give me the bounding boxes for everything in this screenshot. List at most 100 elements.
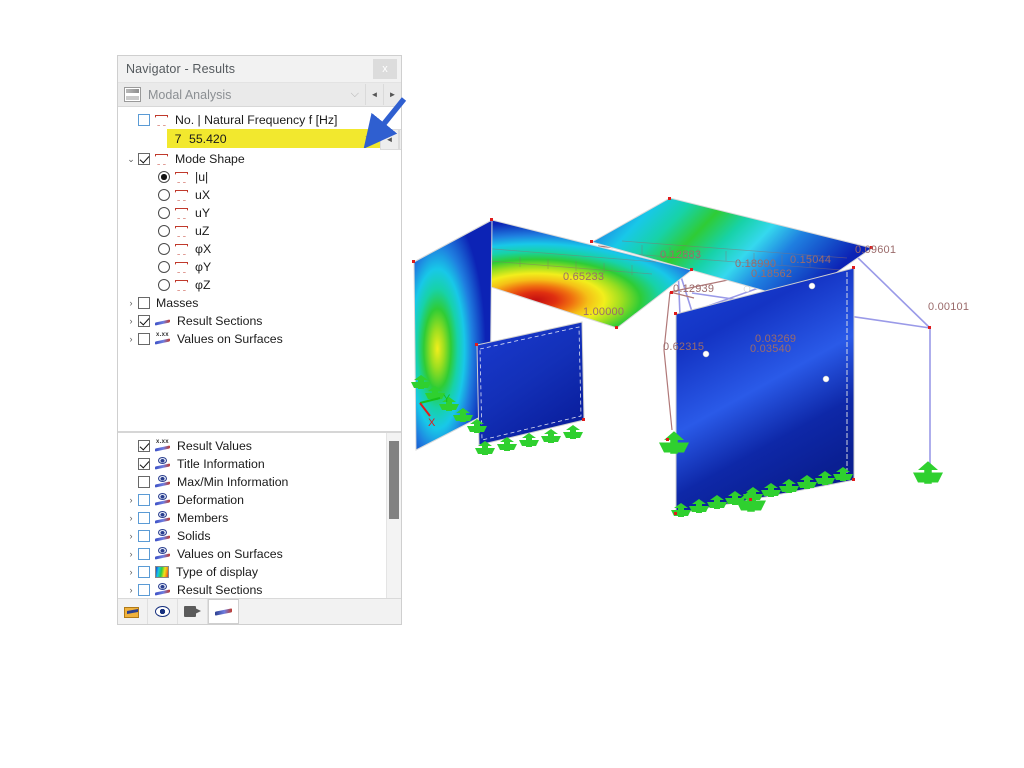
result-value-label: 0.62315: [663, 341, 705, 353]
result-value-label: 0.65233: [563, 271, 605, 283]
model-viewport[interactable]: Y X 0.65233 1.00000 0.12883 0.12939 0.62…: [402, 150, 1024, 570]
type-of-display-checkbox[interactable]: [138, 566, 150, 578]
folder-open-icon: [124, 605, 141, 619]
uy-radio[interactable]: [158, 207, 170, 219]
masses-checkbox[interactable]: [138, 297, 150, 309]
fem-mode-shape-render[interactable]: Y X: [402, 150, 1024, 570]
tree-row-result-sections[interactable]: › Result Sections: [118, 312, 401, 330]
tree-row-masses[interactable]: › Masses: [118, 294, 401, 312]
chevron-right-icon[interactable]: ›: [124, 513, 138, 523]
list-item-title-information[interactable]: Title Information: [118, 455, 401, 473]
values-on-surfaces-display-checkbox[interactable]: [138, 548, 150, 560]
rainbow-icon: [155, 566, 169, 578]
list-item-members[interactable]: › Members: [118, 509, 401, 527]
tree-item-label: uY: [195, 206, 211, 220]
tree-row-ux[interactable]: uX: [118, 186, 401, 204]
chevron-right-icon[interactable]: ›: [124, 298, 138, 308]
eye-line-icon: [155, 547, 170, 560]
list-item-label: Type of display: [176, 565, 259, 579]
chevron-right-icon[interactable]: ›: [124, 334, 138, 344]
list-item-label: Result Values: [177, 439, 252, 453]
phix-radio[interactable]: [158, 243, 170, 255]
section-line-icon: [155, 316, 170, 327]
open-navigator-button[interactable]: [118, 599, 148, 624]
surface-icon: [155, 154, 168, 165]
tree-row-uy[interactable]: uY: [118, 204, 401, 222]
result-value-label: 0.03540: [750, 343, 792, 355]
list-item-values-on-surfaces[interactable]: › Values on Surfaces: [118, 545, 401, 563]
modal-analysis-icon: [124, 87, 141, 102]
annotation-arrow-icon: [363, 97, 407, 148]
list-scrollbar[interactable]: [386, 433, 401, 598]
surface-left-inner-wall[interactable]: [476, 321, 585, 446]
tree-row-phix[interactable]: φX: [118, 240, 401, 258]
surface-icon: [175, 190, 188, 201]
result-sections-display-checkbox[interactable]: [138, 584, 150, 596]
clipping-planes-button[interactable]: [178, 599, 208, 624]
result-sections-checkbox[interactable]: [138, 315, 150, 327]
chevron-right-icon[interactable]: ›: [124, 531, 138, 541]
scrollbar-thumb[interactable]: [389, 441, 399, 519]
natural-frequency-checkbox[interactable]: [138, 114, 150, 126]
frequency-value: 55.420: [189, 131, 227, 146]
title-information-checkbox[interactable]: [138, 458, 150, 470]
chevron-down-icon[interactable]: ⌵: [351, 88, 359, 101]
result-value-label: 0.09601: [855, 244, 897, 256]
u-abs-radio[interactable]: [158, 171, 170, 183]
surface-icon: [175, 280, 188, 291]
list-item-label: Title Information: [177, 457, 265, 471]
tree-row-natural-frequency[interactable]: No. | Natural Frequency f [Hz]: [118, 111, 401, 129]
tree-item-label: Masses: [156, 296, 199, 310]
eye-line-icon: [155, 583, 170, 596]
eye-line-icon: [155, 511, 170, 524]
tree-row-u-abs[interactable]: |u|: [118, 168, 401, 186]
tree-item-label: Mode Shape: [175, 152, 245, 166]
list-item-deformation[interactable]: › Deformation: [118, 491, 401, 509]
visibilities-button[interactable]: [148, 599, 178, 624]
result-sections-button[interactable]: [208, 599, 239, 624]
list-item-result-sections[interactable]: › Result Sections: [118, 581, 401, 598]
ux-radio[interactable]: [158, 189, 170, 201]
chevron-down-icon[interactable]: ⌄: [124, 154, 138, 164]
result-value-label: 0.12939: [673, 283, 715, 295]
chevron-right-icon[interactable]: ›: [124, 495, 138, 505]
members-checkbox[interactable]: [138, 512, 150, 524]
tree-item-label: φZ: [195, 278, 211, 292]
list-item-type-of-display[interactable]: › Type of display: [118, 563, 401, 581]
tree-row-uz[interactable]: uZ: [118, 222, 401, 240]
values-on-surfaces-checkbox[interactable]: [138, 333, 150, 345]
camera-icon: [184, 606, 201, 617]
list-item-result-values[interactable]: x.xx Result Values: [118, 437, 401, 455]
tree-item-label: φX: [195, 242, 212, 256]
maxmin-information-checkbox[interactable]: [138, 476, 150, 488]
surface-icon: [175, 262, 188, 273]
tree-row-mode-shape[interactable]: ⌄ Mode Shape: [118, 150, 401, 168]
chevron-right-icon[interactable]: ›: [124, 316, 138, 326]
section-icon: [215, 607, 232, 617]
surface-icon: [175, 226, 188, 237]
eye-line-icon: [155, 457, 170, 470]
axis-x-label: X: [428, 417, 436, 429]
tree-row-phiz[interactable]: φZ: [118, 276, 401, 294]
chevron-right-icon[interactable]: ›: [124, 549, 138, 559]
tree-row-phiy[interactable]: φY: [118, 258, 401, 276]
analysis-selector[interactable]: Modal Analysis ⌵ ◄ ►: [118, 83, 401, 107]
deformation-checkbox[interactable]: [138, 494, 150, 506]
list-item-maxmin-information[interactable]: Max/Min Information: [118, 473, 401, 491]
eye-icon: [155, 606, 170, 617]
close-icon[interactable]: x: [373, 59, 397, 79]
surface-icon: [155, 115, 168, 126]
chevron-right-icon[interactable]: ›: [124, 585, 138, 595]
mode-shape-checkbox[interactable]: [138, 153, 150, 165]
phiy-radio[interactable]: [158, 261, 170, 273]
phiz-radio[interactable]: [158, 279, 170, 291]
frequency-dropdown[interactable]: 7 55.420 ⌵: [167, 129, 380, 148]
solids-checkbox[interactable]: [138, 530, 150, 542]
list-item-solids[interactable]: › Solids: [118, 527, 401, 545]
results-tree: No. | Natural Frequency f [Hz] 7 55.420 …: [118, 107, 401, 432]
chevron-right-icon[interactable]: ›: [124, 567, 138, 577]
result-value-label: 0.00101: [928, 301, 970, 313]
result-values-checkbox[interactable]: [138, 440, 150, 452]
uz-radio[interactable]: [158, 225, 170, 237]
tree-row-values-on-surfaces[interactable]: › x.xx Values on Surfaces: [118, 330, 401, 348]
